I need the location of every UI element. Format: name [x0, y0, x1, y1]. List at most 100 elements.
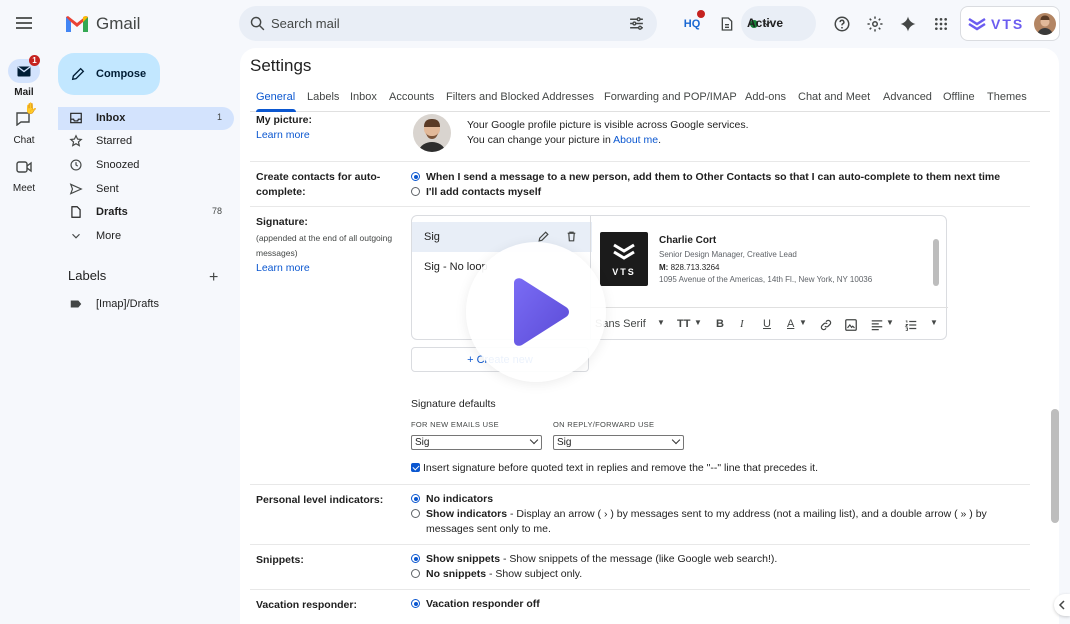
insert-signature-option[interactable]: Insert signature before quoted text in r…: [411, 461, 818, 476]
tab-general[interactable]: General: [256, 91, 295, 103]
align-icon[interactable]: [870, 318, 884, 332]
hq-addon-icon[interactable]: HQ: [680, 10, 705, 36]
rail-chat[interactable]: ✋ Chat: [0, 103, 48, 146]
account-badge[interactable]: VTS: [960, 6, 1060, 41]
text-color-dropdown-icon[interactable]: ▼: [799, 318, 807, 327]
text-size-dropdown-icon[interactable]: ▼: [694, 318, 702, 327]
app-name: Gmail: [96, 14, 141, 33]
underline-icon[interactable]: U: [763, 318, 771, 330]
radio-selected-icon[interactable]: [411, 172, 420, 181]
link-icon[interactable]: [819, 318, 833, 332]
settings-gear-icon[interactable]: [863, 12, 887, 36]
tab-addons[interactable]: Add-ons: [745, 91, 786, 103]
nav-item-inbox[interactable]: Inbox 1: [58, 107, 234, 130]
row-divider: [250, 206, 1030, 207]
checkbox-checked-icon[interactable]: [411, 463, 420, 472]
no-snippets-bold: No snippets: [426, 568, 487, 580]
video-play-overlay[interactable]: [466, 242, 606, 382]
show-snippets-option[interactable]: Show snippets - Show snippets of the mes…: [411, 552, 777, 567]
rail-meet[interactable]: Meet: [0, 155, 48, 194]
radio-unselected-icon[interactable]: [411, 187, 420, 196]
nav-item-drafts[interactable]: Drafts 78: [64, 201, 234, 224]
add-label-icon[interactable]: +: [209, 269, 218, 287]
new-emails-signature-select[interactable]: Sig: [411, 435, 542, 450]
vacation-off-option[interactable]: Vacation responder off: [411, 597, 540, 612]
nav-item-sent[interactable]: Sent: [64, 178, 234, 201]
numbered-list-icon[interactable]: [904, 318, 918, 332]
reply-forward-signature-select[interactable]: Sig: [553, 435, 684, 450]
signature-editor[interactable]: VTS Charlie Cort Senior Design Manager, …: [590, 215, 948, 340]
tab-advanced[interactable]: Advanced: [883, 91, 932, 103]
text-color-icon[interactable]: A: [787, 318, 794, 330]
search-bar[interactable]: Search mail: [239, 6, 657, 41]
no-snippets-option[interactable]: No snippets - Show subject only.: [411, 567, 582, 582]
row-divider: [250, 589, 1030, 590]
rail-mail-label: Mail: [14, 87, 34, 98]
rail-mail[interactable]: 1 Mail: [0, 55, 48, 98]
create-contacts-option-auto[interactable]: When I send a message to a new person, a…: [411, 170, 1000, 185]
nav-item-snoozed[interactable]: Snoozed: [64, 154, 234, 177]
show-indicators-option[interactable]: Show indicators - Display an arrow ( › )…: [411, 507, 987, 522]
apps-grid-icon[interactable]: [929, 12, 953, 36]
tab-themes[interactable]: Themes: [987, 91, 1027, 103]
tab-forwarding[interactable]: Forwarding and POP/IMAP: [604, 91, 737, 103]
nav-item-more[interactable]: More: [64, 225, 234, 248]
nav-label-imap-drafts[interactable]: [Imap]/Drafts: [64, 293, 234, 316]
tab-chat-meet[interactable]: Chat and Meet: [798, 91, 870, 103]
tab-labels[interactable]: Labels: [307, 91, 339, 103]
signature-card-name: Charlie Cort: [659, 235, 717, 246]
radio-selected-icon[interactable]: [411, 554, 420, 563]
status-selector[interactable]: Active: [741, 6, 816, 41]
radio-selected-icon[interactable]: [411, 494, 420, 503]
gmail-m-icon: [66, 16, 88, 32]
nav-starred-label: Starred: [96, 135, 133, 147]
account-avatar[interactable]: [1034, 12, 1057, 35]
search-input[interactable]: Search mail: [271, 16, 340, 31]
row-divider: [250, 544, 1030, 545]
vacation-off-text: Vacation responder off: [426, 598, 540, 610]
labels-heading: Labels: [68, 268, 107, 283]
tab-offline[interactable]: Offline: [943, 91, 975, 103]
gemini-sparkle-icon[interactable]: [896, 12, 920, 36]
nav-item-starred[interactable]: Starred: [64, 130, 234, 153]
tab-inbox[interactable]: Inbox: [350, 91, 377, 103]
document-addon-icon[interactable]: [715, 12, 739, 36]
signature-editor-scrollbar[interactable]: [933, 239, 939, 286]
image-icon[interactable]: [844, 318, 858, 332]
radio-unselected-icon[interactable]: [411, 569, 420, 578]
select-chevron-icon: [671, 435, 681, 445]
tab-filters[interactable]: Filters and Blocked Addresses: [446, 91, 594, 103]
trash-icon[interactable]: [565, 230, 578, 243]
align-dropdown-icon[interactable]: ▼: [886, 318, 894, 327]
page-scrollbar[interactable]: [1051, 409, 1059, 523]
new-emails-caption: FOR NEW EMAILS USE: [411, 420, 499, 429]
no-indicators-option[interactable]: No indicators: [411, 492, 493, 507]
radio-unselected-icon[interactable]: [411, 509, 420, 518]
tab-accounts[interactable]: Accounts: [389, 91, 434, 103]
about-me-link[interactable]: About me: [613, 134, 658, 146]
gmail-logo[interactable]: Gmail: [64, 11, 140, 37]
main-menu-button[interactable]: [12, 11, 36, 35]
my-picture-learn-more-link[interactable]: Learn more: [256, 128, 310, 142]
search-options-icon[interactable]: [628, 15, 645, 32]
search-icon[interactable]: [249, 15, 266, 32]
italic-icon[interactable]: I: [740, 318, 744, 330]
edit-pencil-icon[interactable]: [537, 230, 550, 243]
help-icon[interactable]: [830, 12, 854, 36]
mail-icon: 1: [8, 55, 40, 83]
side-panel-toggle[interactable]: [1054, 594, 1070, 616]
signature-learn-more-link[interactable]: Learn more: [256, 261, 310, 275]
radio-selected-icon[interactable]: [411, 599, 420, 608]
reply-forward-signature-value: Sig: [557, 437, 572, 448]
signature-sub-2: messages): [256, 248, 298, 258]
profile-picture[interactable]: [413, 114, 451, 152]
my-picture-line1: Your Google profile picture is visible a…: [467, 119, 749, 131]
more-formatting-icon[interactable]: ▼: [930, 318, 938, 327]
font-family-dropdown-icon[interactable]: ▼: [657, 318, 665, 327]
bold-icon[interactable]: B: [716, 318, 724, 330]
text-size-icon[interactable]: TT: [677, 318, 690, 330]
signature-defaults-heading: Signature defaults: [411, 398, 496, 410]
create-contacts-option-manual[interactable]: I'll add contacts myself: [411, 185, 541, 200]
compose-button[interactable]: Compose: [58, 53, 160, 95]
clock-icon: [70, 159, 82, 171]
